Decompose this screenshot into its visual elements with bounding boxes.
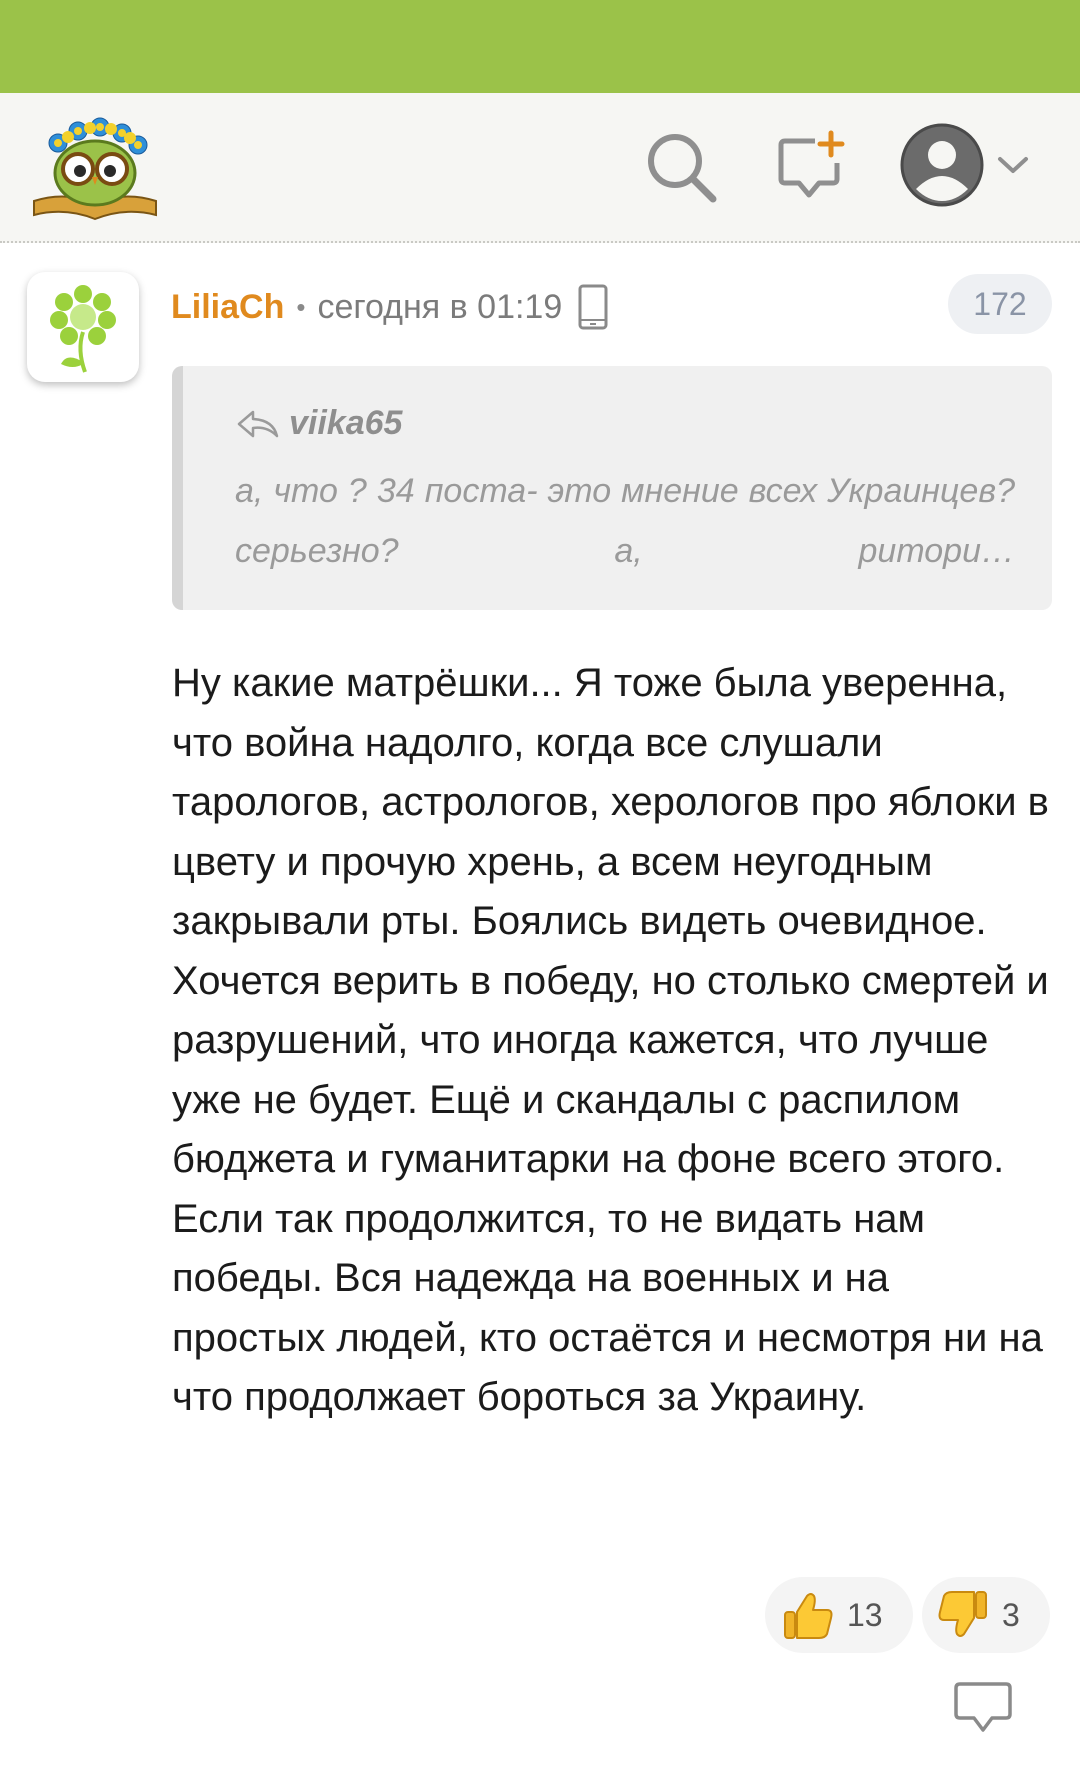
- meta-separator: •: [296, 291, 306, 322]
- like-button[interactable]: 13: [765, 1577, 913, 1653]
- reply-comment-icon[interactable]: [952, 1680, 1014, 1736]
- comment-number-badge[interactable]: 172: [948, 274, 1052, 334]
- site-header: [0, 93, 1080, 243]
- phone-icon: [578, 284, 608, 330]
- quote-author: viika65: [289, 404, 403, 442]
- search-icon[interactable]: [643, 129, 719, 205]
- comment-author-avatar[interactable]: [27, 272, 139, 382]
- reply-arrow-icon: [237, 410, 279, 437]
- chevron-down-icon[interactable]: [996, 151, 1030, 179]
- like-count: 13: [847, 1596, 883, 1633]
- thumbs-down-icon: [938, 1591, 987, 1637]
- comment-time: сегодня в 01:19: [317, 287, 563, 326]
- flower-avatar-icon: [50, 285, 116, 373]
- quoted-comment[interactable]: viika65 а, что ? 34 поста- это мнение вс…: [172, 366, 1052, 610]
- dislike-count: 3: [1002, 1596, 1020, 1633]
- user-avatar-icon[interactable]: [900, 123, 984, 207]
- dislike-button[interactable]: 3: [922, 1577, 1050, 1653]
- comment-body: Ну какие матрёшки... Я тоже была уверенн…: [172, 661, 1049, 1419]
- comment-author[interactable]: LiliaCh: [171, 288, 284, 327]
- new-post-icon[interactable]: [775, 129, 849, 203]
- logo-owl-icon[interactable]: [30, 111, 160, 223]
- quote-header: viika65: [235, 404, 402, 443]
- thumbs-up-icon: [784, 1593, 833, 1639]
- comment-meta: LiliaCh • сегодня в 01:19: [171, 282, 610, 332]
- status-bar: [0, 0, 1080, 93]
- quote-text: а, что ? 34 поста- это мнение всех Украи…: [235, 472, 1015, 570]
